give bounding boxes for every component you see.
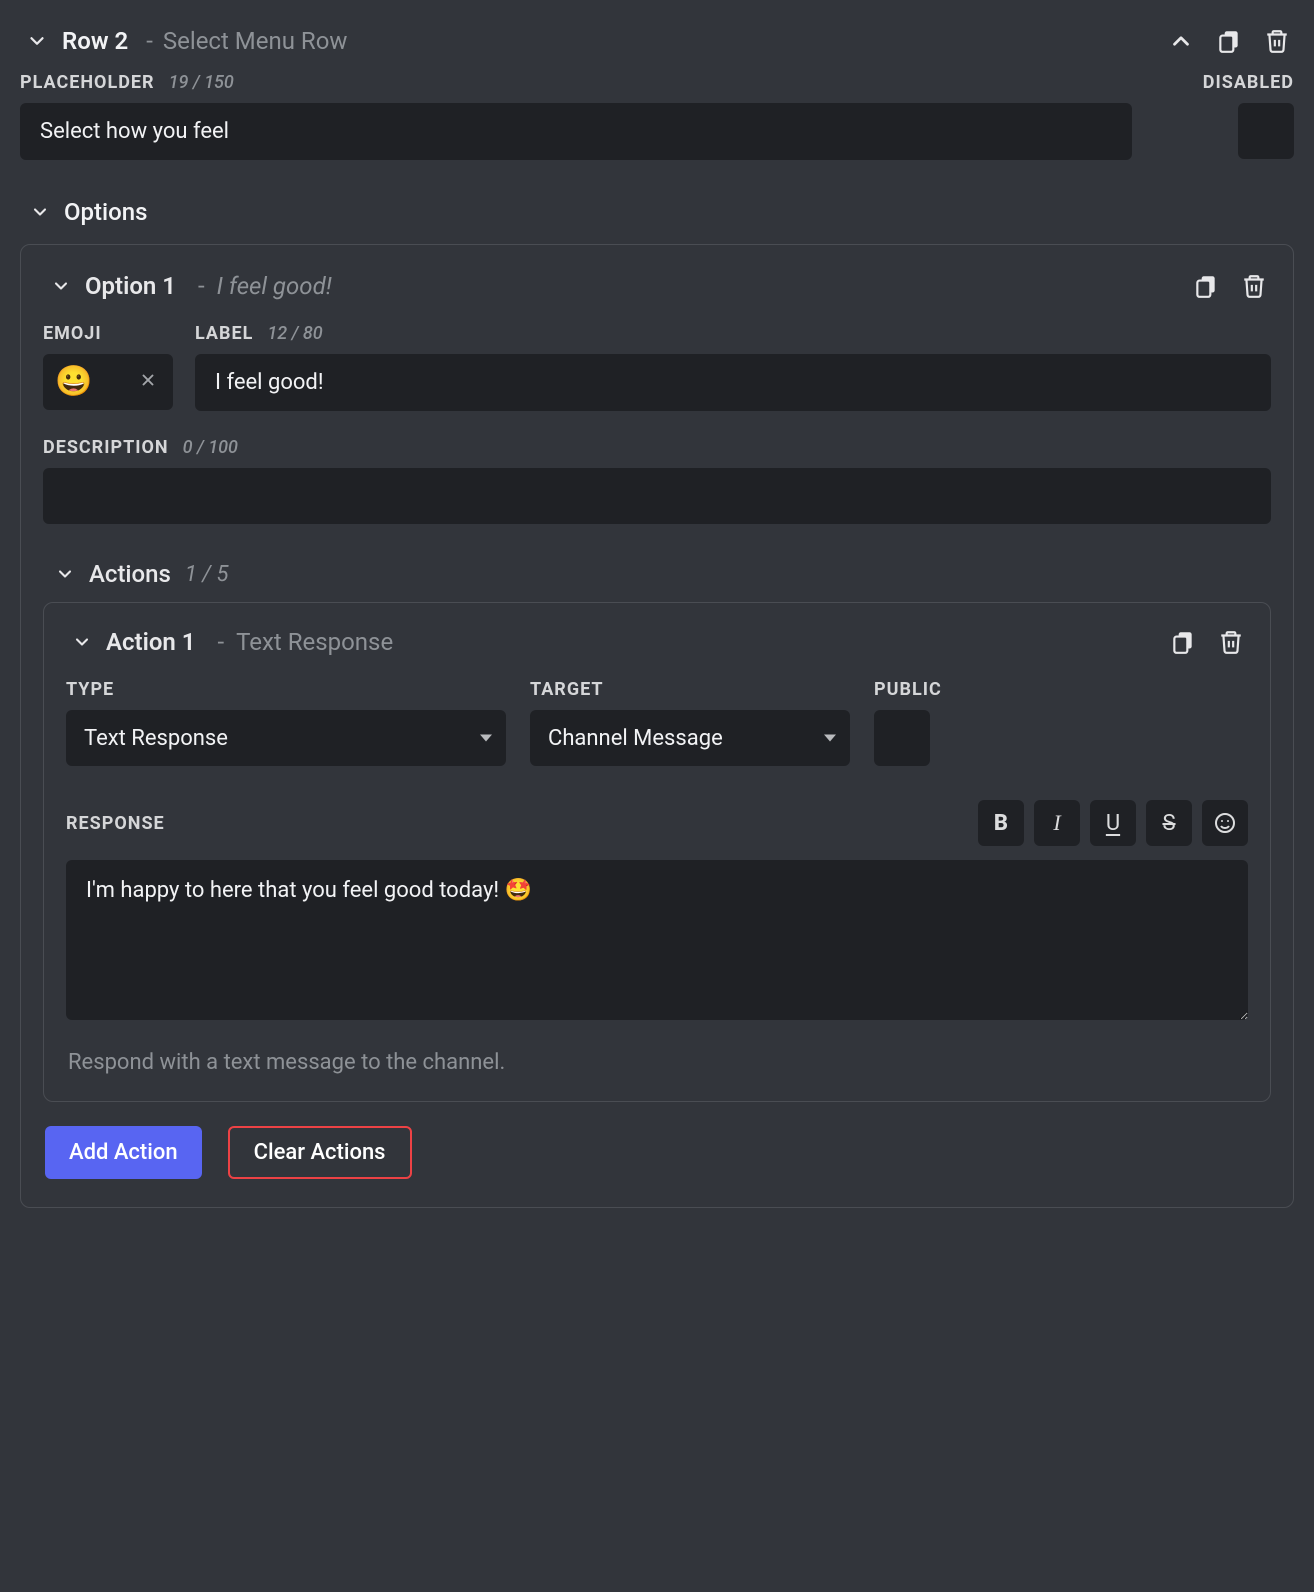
target-select[interactable]: Channel Message [530,710,850,766]
response-textarea[interactable] [66,860,1248,1020]
clear-actions-button[interactable]: Clear Actions [228,1126,412,1179]
trash-icon[interactable] [1237,269,1271,303]
action-panel: Action 1 - Text Response TYPE [43,602,1271,1102]
chevron-down-icon[interactable] [26,30,48,52]
option-subtitle: I feel good! [217,272,332,300]
disabled-label: DISABLED [1203,72,1294,93]
format-strike-button[interactable]: S [1146,800,1192,846]
emoji-glyph: 😀 [55,367,92,397]
row-subtitle: Select Menu Row [163,27,348,55]
chevron-down-icon[interactable] [72,632,92,652]
clear-emoji-icon[interactable] [135,366,161,398]
row-header: Row 2 - Select Menu Row [16,14,1298,72]
row-subtitle-dash: - [146,27,153,55]
placeholder-label: PLACEHOLDER [20,72,155,93]
format-bold-button[interactable]: B [978,800,1024,846]
option-header: Option 1 - I feel good! [43,263,1271,317]
action-subtitle: Text Response [236,628,393,656]
type-label: TYPE [66,679,114,700]
placeholder-input[interactable] [20,103,1132,160]
option-title: Option 1 [85,272,176,300]
duplicate-icon[interactable] [1212,24,1246,58]
trash-icon[interactable] [1260,24,1294,58]
actions-count: 1 / 5 [185,562,229,587]
chevron-down-icon [55,564,75,584]
trash-icon[interactable] [1214,625,1248,659]
public-label: PUBLIC [874,679,942,700]
row-title: Row 2 [62,27,128,55]
description-count: 0 / 100 [183,437,238,458]
options-panel: Option 1 - I feel good! EMOJI 😀 [20,244,1294,1208]
format-italic-button[interactable]: I [1034,800,1080,846]
label-count: 12 / 80 [267,323,322,344]
placeholder-count: 19 / 150 [169,72,234,93]
actions-header[interactable]: Actions 1 / 5 [43,524,1271,602]
options-title: Options [64,198,147,226]
add-action-button[interactable]: Add Action [45,1126,202,1179]
options-header[interactable]: Options [16,160,1298,238]
type-select[interactable]: Text Response [66,710,506,766]
label-input[interactable] [195,354,1271,411]
public-checkbox[interactable] [874,710,930,766]
format-underline-button[interactable]: U [1090,800,1136,846]
emoji-picker-button[interactable] [1202,800,1248,846]
response-label: RESPONSE [66,813,165,834]
duplicate-icon[interactable] [1189,269,1223,303]
emoji-picker[interactable]: 😀 [43,354,173,410]
description-input[interactable] [43,468,1271,524]
collapse-up-icon[interactable] [1164,24,1198,58]
disabled-checkbox[interactable] [1238,103,1294,159]
action-hint: Respond with a text message to the chann… [66,1026,1248,1079]
duplicate-icon[interactable] [1166,625,1200,659]
actions-title: Actions [89,560,171,588]
emoji-label: EMOJI [43,323,102,344]
chevron-down-icon[interactable] [51,276,71,296]
action-title: Action 1 [106,628,196,656]
chevron-down-icon [30,202,50,222]
target-label: TARGET [530,679,604,700]
label-label: LABEL [195,323,253,344]
description-label: DESCRIPTION [43,437,169,458]
